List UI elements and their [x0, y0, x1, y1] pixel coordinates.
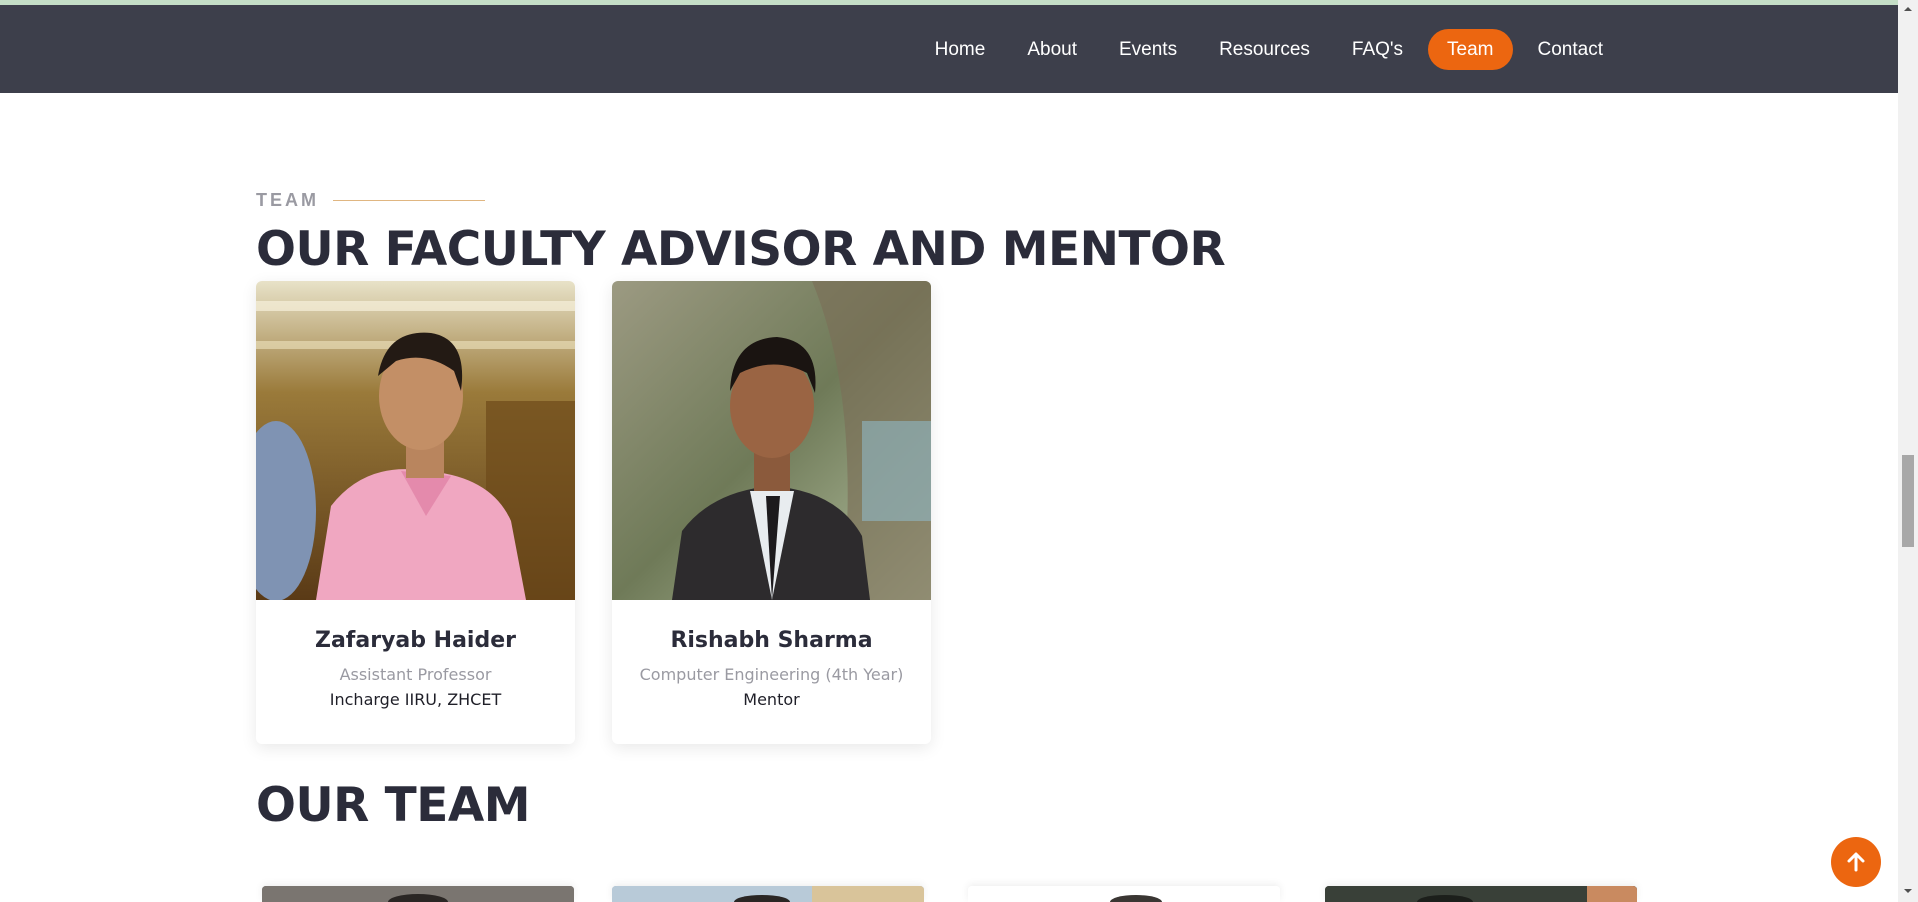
advisor-name: Zafaryab Haider: [315, 628, 516, 653]
mentor-info: Rishabh Sharma Computer Engineering (4th…: [612, 600, 931, 709]
mentor-photo: [612, 281, 931, 600]
team-member-card: [612, 886, 924, 902]
section-tag: TEAM: [256, 190, 485, 211]
team-member-card: [1325, 886, 1637, 902]
nav-events[interactable]: Events: [1098, 29, 1198, 70]
advisor-subtitle: Incharge IIRU, ZHCET: [329, 690, 502, 709]
nav-menu: Home About Events Resources FAQ's Team C…: [914, 29, 1624, 70]
section-tag-label: TEAM: [256, 190, 319, 210]
mentor-card: Rishabh Sharma Computer Engineering (4th…: [612, 281, 931, 744]
mentor-subtitle: Mentor: [743, 690, 800, 709]
scroll-down-arrow-icon[interactable]: [1903, 886, 1913, 896]
mentor-role: Computer Engineering (4th Year): [639, 665, 904, 684]
nav-team[interactable]: Team: [1428, 29, 1513, 70]
scrollbar-thumb[interactable]: [1902, 455, 1914, 547]
scroll-to-top-button[interactable]: [1831, 837, 1881, 887]
section-tag-rule: [333, 200, 485, 201]
nav-about[interactable]: About: [1006, 29, 1098, 70]
mentor-name: Rishabh Sharma: [670, 628, 873, 653]
team-member-card: [262, 886, 574, 902]
navbar: Home About Events Resources FAQ's Team C…: [0, 5, 1898, 93]
nav-faqs[interactable]: FAQ's: [1331, 29, 1424, 70]
nav-resources[interactable]: Resources: [1198, 29, 1331, 70]
team-heading: OUR TEAM: [256, 778, 530, 833]
nav-contact[interactable]: Contact: [1517, 29, 1624, 70]
advisor-info: Zafaryab Haider Assistant Professor Inch…: [256, 600, 575, 709]
advisor-photo: [256, 281, 575, 600]
advisor-role: Assistant Professor: [339, 665, 492, 684]
advisor-card: Zafaryab Haider Assistant Professor Inch…: [256, 281, 575, 744]
nav-home[interactable]: Home: [914, 29, 1007, 70]
faculty-heading: OUR FACULTY ADVISOR AND MENTOR: [256, 222, 1226, 277]
team-member-card: [968, 886, 1280, 902]
page-scrollbar[interactable]: [1898, 0, 1918, 902]
scroll-up-arrow-icon[interactable]: [1903, 4, 1913, 14]
arrow-up-icon: [1847, 852, 1865, 872]
